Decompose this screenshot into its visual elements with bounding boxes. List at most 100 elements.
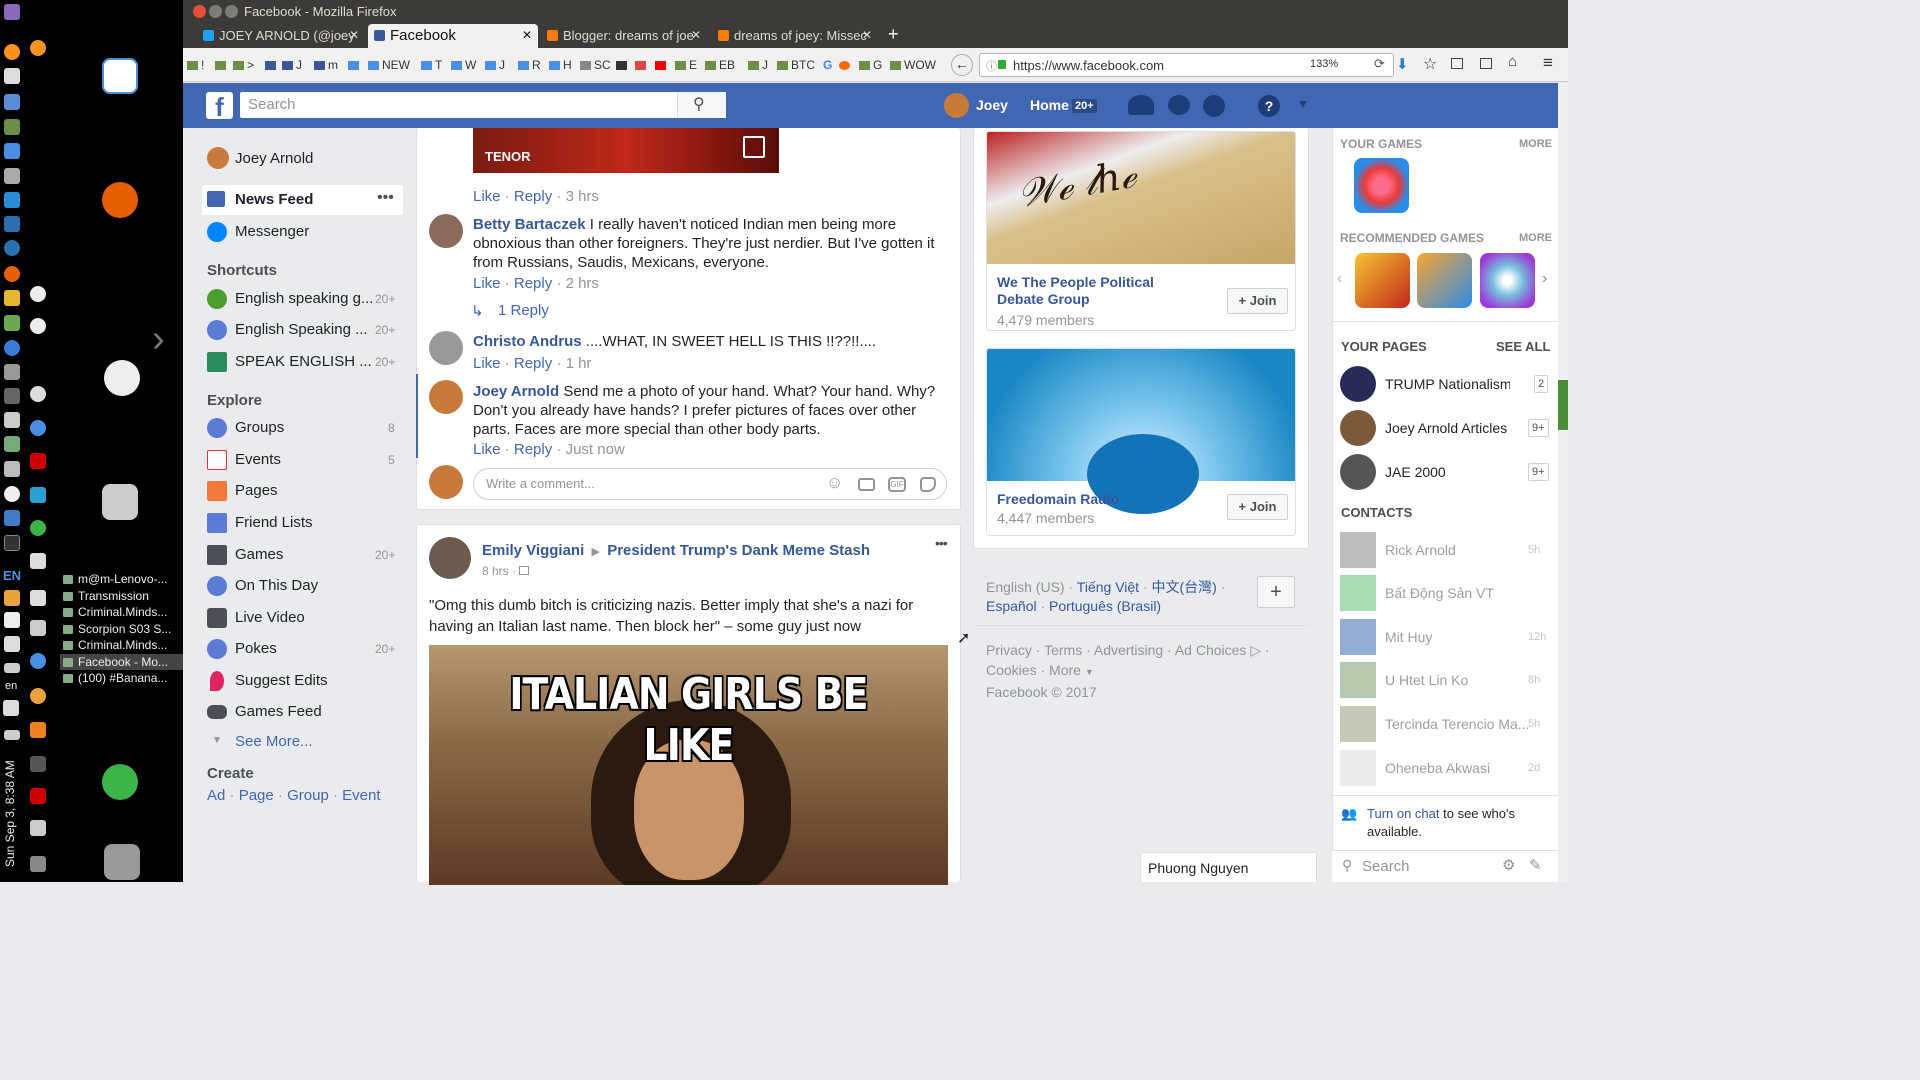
chromium-icon[interactable] bbox=[4, 340, 20, 356]
scrollbar-thumb[interactable] bbox=[1558, 380, 1568, 430]
bookmark[interactable]: T bbox=[421, 58, 442, 72]
screenshot-icon[interactable] bbox=[30, 590, 46, 606]
see-all-pages-link[interactable]: SEE ALL bbox=[1496, 339, 1550, 354]
files-icon[interactable] bbox=[4, 412, 20, 428]
photo-icon[interactable] bbox=[30, 487, 46, 503]
gif-icon[interactable]: GIF bbox=[888, 477, 906, 492]
bookmark[interactable]: m bbox=[314, 58, 338, 72]
bookmark[interactable] bbox=[265, 58, 279, 72]
contact-item[interactable]: Mit Huy 12h bbox=[1340, 619, 1550, 657]
avatar[interactable] bbox=[429, 331, 463, 365]
join-group-button[interactable]: + Join bbox=[1227, 494, 1288, 520]
task-item[interactable]: m@m-Lenovo-... bbox=[60, 571, 183, 588]
bookmark[interactable]: G bbox=[823, 58, 832, 72]
gif-attachment[interactable]: TENOR bbox=[473, 128, 779, 173]
post-image[interactable]: ITALIAN GIRLS BE LIKE bbox=[429, 645, 948, 885]
task-item-active[interactable]: Facebook - Mo... bbox=[60, 653, 183, 670]
recommended-more-link[interactable]: MORE bbox=[1519, 232, 1552, 244]
more-options-icon[interactable]: ••• bbox=[377, 189, 394, 207]
app-launcher-icon[interactable] bbox=[4, 4, 20, 20]
page-item[interactable]: JAE 2000 9+ bbox=[1340, 454, 1550, 492]
chevron-right-icon[interactable]: › bbox=[152, 318, 165, 361]
carousel-next-icon[interactable]: › bbox=[1542, 270, 1547, 288]
account-menu-chevron-icon[interactable]: ▼ bbox=[1297, 97, 1309, 111]
view-replies-link[interactable]: 1 Reply bbox=[498, 302, 549, 319]
chat-tab[interactable]: Phuong Nguyen bbox=[1140, 852, 1317, 882]
info-icon[interactable]: ⓘ bbox=[986, 58, 997, 74]
footer-link[interactable]: Cookies bbox=[986, 662, 1037, 678]
bookmark[interactable]: E bbox=[675, 58, 697, 72]
language-link[interactable]: Tiếng Việt bbox=[1077, 579, 1139, 595]
ubuntu-logo-icon[interactable] bbox=[104, 360, 140, 396]
notifications-globe-icon[interactable] bbox=[1203, 95, 1225, 117]
monitor-icon[interactable] bbox=[4, 216, 20, 232]
reply-link[interactable]: Reply bbox=[514, 275, 552, 292]
see-more-link[interactable]: See More... bbox=[235, 733, 313, 750]
comment-input[interactable]: Write a comment... ☺ GIF bbox=[473, 468, 947, 500]
page-item[interactable]: Joey Arnold Articles 9+ bbox=[1340, 410, 1550, 448]
minimize-window-icon[interactable] bbox=[209, 5, 222, 18]
emoji-icon[interactable]: ☺ bbox=[826, 473, 843, 493]
like-link[interactable]: Like bbox=[473, 355, 501, 372]
bookmark[interactable]: H bbox=[549, 58, 572, 72]
document-icon[interactable] bbox=[102, 58, 138, 94]
bubble-game-icon[interactable] bbox=[1480, 253, 1535, 308]
turn-on-chat-link[interactable]: Turn on chat bbox=[1367, 806, 1440, 821]
bookmark[interactable]: J bbox=[485, 58, 505, 72]
add-language-button[interactable]: + bbox=[1257, 576, 1295, 608]
new-tab-button[interactable]: + bbox=[888, 24, 899, 45]
games-more-link[interactable]: MORE bbox=[1519, 138, 1552, 150]
post-time[interactable]: 8 hrs bbox=[482, 564, 509, 578]
post-author[interactable]: Emily Viggiani bbox=[482, 542, 584, 559]
slots-game-icon[interactable] bbox=[1355, 253, 1410, 308]
bookmark[interactable]: W bbox=[451, 58, 476, 72]
bluetooth-icon[interactable] bbox=[4, 535, 20, 551]
language-link[interactable]: Español bbox=[986, 598, 1037, 614]
open-external-icon[interactable] bbox=[743, 136, 765, 158]
group-cover-image[interactable]: 𝒲ℯ 𝓉ℎℯ bbox=[987, 132, 1295, 264]
chrome2-icon[interactable] bbox=[30, 318, 46, 334]
wifi-icon[interactable] bbox=[4, 612, 20, 628]
profile-link[interactable]: Joey bbox=[976, 97, 1008, 113]
terminal-icon[interactable] bbox=[4, 388, 20, 404]
bookmark[interactable]: BTC bbox=[777, 58, 815, 72]
bookmark[interactable]: ! bbox=[187, 58, 204, 72]
avatar[interactable] bbox=[944, 93, 969, 118]
battery-icon[interactable] bbox=[4, 663, 20, 673]
hamburger-menu-icon[interactable]: ≡ bbox=[1543, 53, 1553, 73]
drive-icon[interactable] bbox=[4, 168, 20, 184]
calendar-icon[interactable] bbox=[4, 94, 20, 110]
trash-icon[interactable] bbox=[104, 844, 140, 880]
reading-list-icon[interactable] bbox=[1451, 58, 1463, 69]
desktop-clock[interactable]: Sun Sep 3, 8:38 AM bbox=[3, 727, 17, 867]
file-cabinet-icon[interactable] bbox=[102, 484, 138, 520]
language-link[interactable]: 中文(台灣) bbox=[1152, 579, 1217, 595]
bookmark[interactable]: G bbox=[859, 58, 882, 72]
tool-icon[interactable] bbox=[30, 620, 46, 636]
facebook-logo[interactable]: f bbox=[206, 92, 233, 119]
bookmark[interactable] bbox=[635, 58, 649, 72]
bookmark[interactable] bbox=[215, 58, 229, 72]
bookmark[interactable]: J bbox=[282, 58, 302, 72]
bluetooth2-icon[interactable] bbox=[30, 756, 46, 772]
spreadsheet-icon[interactable] bbox=[4, 119, 20, 135]
create-event-link[interactable]: Event bbox=[342, 787, 380, 804]
task-item[interactable]: Criminal.Minds... bbox=[60, 604, 183, 621]
chat-settings-gear-icon[interactable]: ⚙ bbox=[1502, 856, 1515, 874]
avatar[interactable] bbox=[429, 214, 463, 248]
shortcut-item[interactable]: SPEAK ENGLISH ... 20+ bbox=[207, 348, 397, 376]
group-name[interactable]: We The People Political Debate Group bbox=[997, 274, 1197, 308]
maximize-window-icon[interactable] bbox=[225, 5, 238, 18]
keyboard-layout-indicator[interactable]: EN bbox=[3, 568, 21, 583]
ubuntu2-icon[interactable] bbox=[30, 286, 46, 302]
messenger-icon[interactable] bbox=[1168, 95, 1190, 115]
image-icon[interactable] bbox=[4, 315, 20, 331]
user-switch-icon[interactable] bbox=[102, 764, 138, 800]
firefox-icon[interactable] bbox=[102, 182, 138, 218]
footer-link[interactable]: Ad Choices bbox=[1175, 642, 1247, 658]
close-tab-icon[interactable]: ✕ bbox=[349, 24, 359, 47]
ubuntu-icon[interactable] bbox=[4, 266, 20, 282]
post-group[interactable]: President Trump's Dank Meme Stash bbox=[607, 542, 870, 559]
new-message-icon[interactable]: ✎ bbox=[1529, 856, 1542, 874]
search-button[interactable]: ⚲ bbox=[677, 92, 726, 118]
